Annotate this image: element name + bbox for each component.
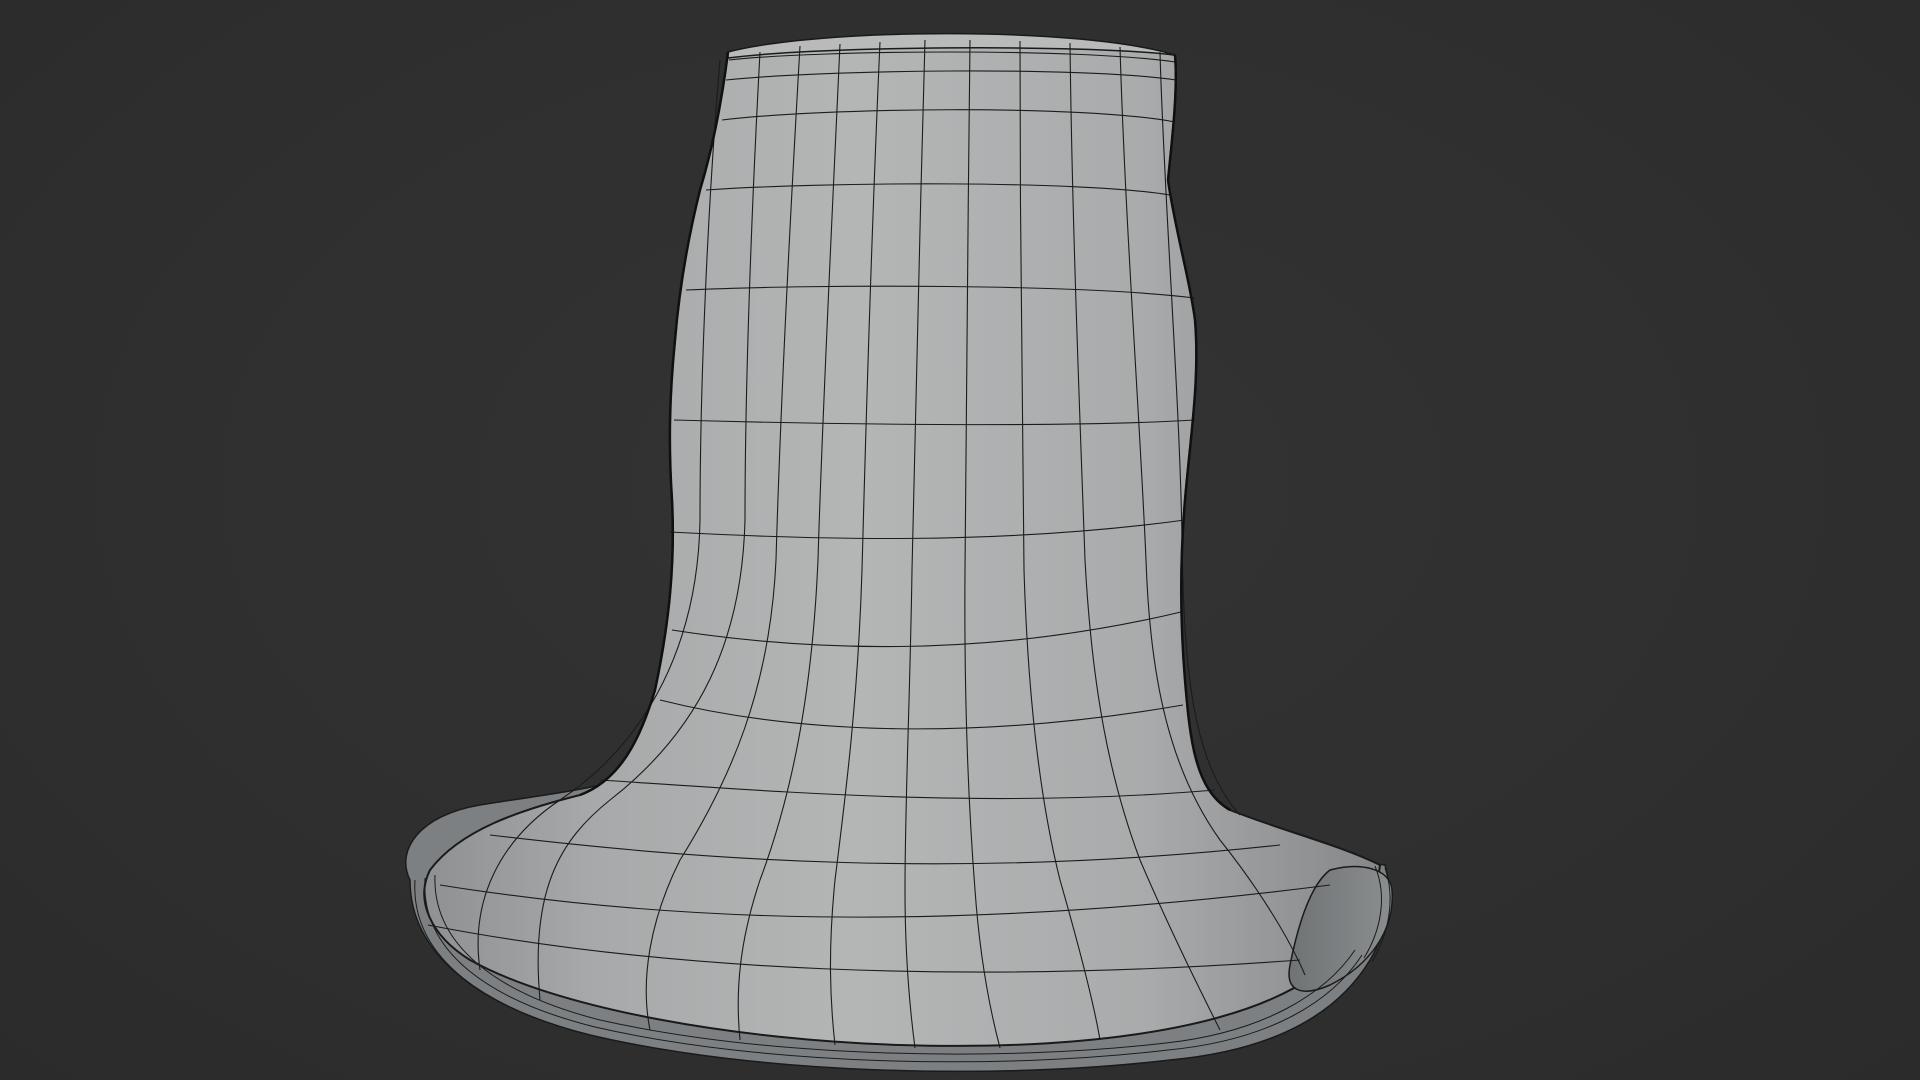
- mesh-body: [423, 41, 1382, 1047]
- 3d-viewport[interactable]: [0, 0, 1920, 1080]
- viewport-canvas[interactable]: [0, 0, 1920, 1080]
